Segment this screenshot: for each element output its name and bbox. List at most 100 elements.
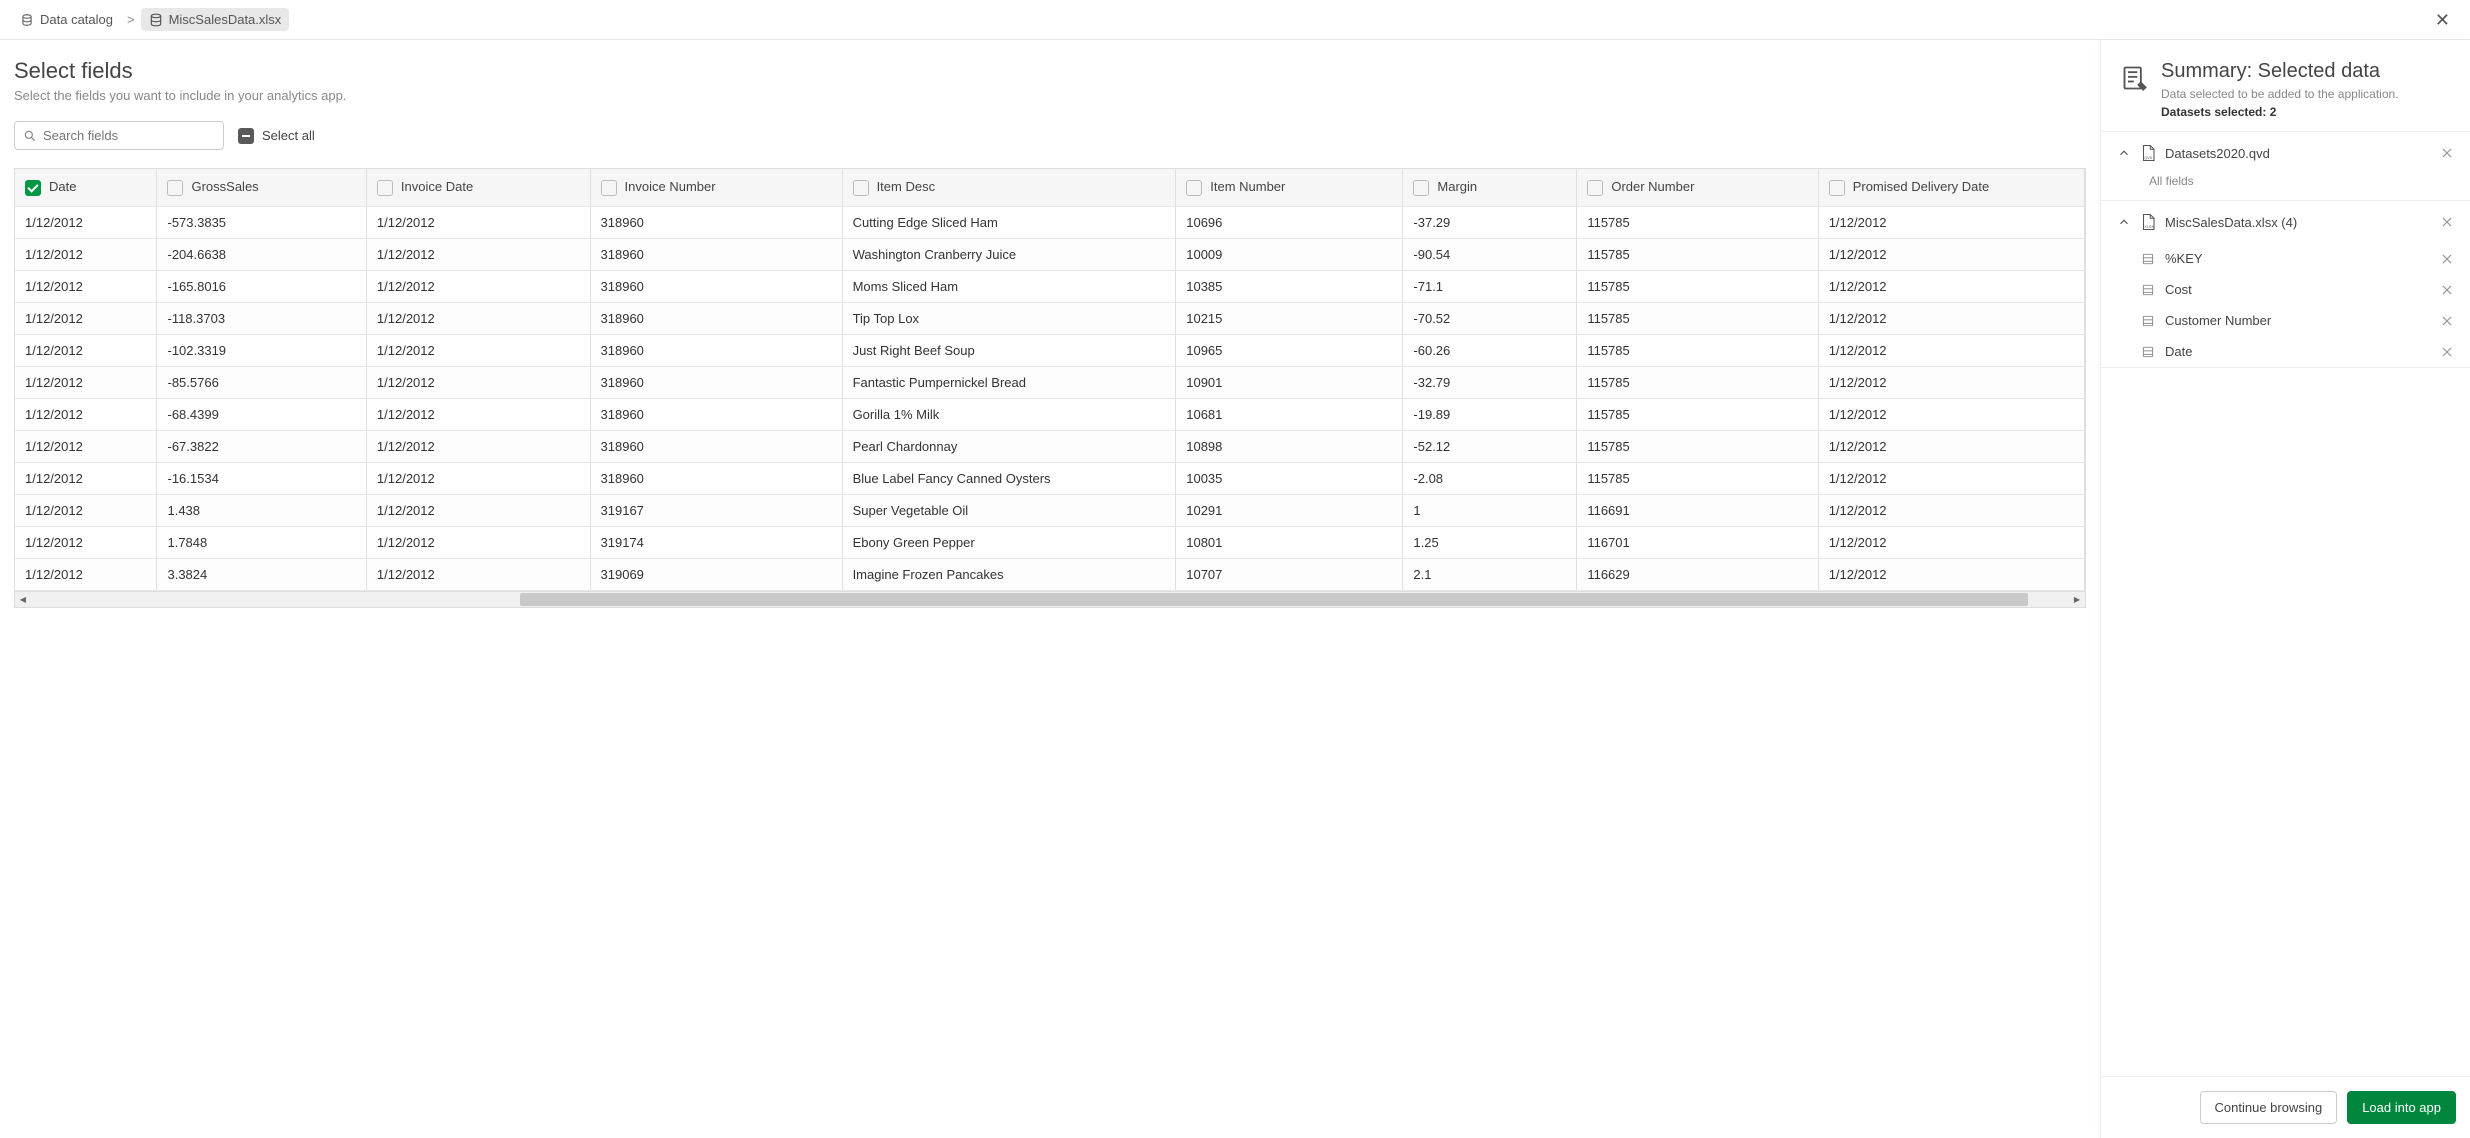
column-header[interactable]: Item Desc (842, 169, 1176, 206)
table-cell: -573.3835 (157, 206, 366, 238)
table-cell: 1/12/2012 (366, 430, 590, 462)
column-header[interactable]: Promised Delivery Date (1818, 169, 2084, 206)
summary-subtitle: Data selected to be added to the applica… (2161, 87, 2399, 101)
table-cell: 1/12/2012 (366, 334, 590, 366)
table-cell: 115785 (1577, 238, 1818, 270)
column-checkbox[interactable] (1587, 180, 1603, 196)
select-all-checkbox-indeterminate[interactable] (238, 128, 254, 144)
column-checkbox[interactable] (601, 180, 617, 196)
column-header-label: Promised Delivery Date (1853, 179, 1990, 194)
table-cell: 10801 (1176, 526, 1403, 558)
table-cell: Imagine Frozen Pancakes (842, 558, 1176, 590)
remove-icon[interactable] (2440, 283, 2454, 297)
table-cell: 1/12/2012 (15, 430, 157, 462)
dataset-header[interactable]: XLSX MiscSalesData.xlsx (4) (2101, 201, 2470, 243)
table-cell: 1/12/2012 (1818, 206, 2084, 238)
table-cell: 319174 (590, 526, 842, 558)
table-cell: 1/12/2012 (15, 494, 157, 526)
search-input[interactable] (43, 128, 215, 143)
remove-icon[interactable] (2440, 215, 2454, 229)
column-header[interactable]: Invoice Number (590, 169, 842, 206)
table-cell: 1/12/2012 (366, 366, 590, 398)
table-cell: Gorilla 1% Milk (842, 398, 1176, 430)
breadcrumb-root[interactable]: Data catalog (12, 8, 121, 31)
chevron-up-icon[interactable] (2117, 215, 2131, 229)
table-cell: -37.29 (1403, 206, 1577, 238)
table-cell: 3.3824 (157, 558, 366, 590)
table-cell: 10291 (1176, 494, 1403, 526)
table-row: 1/12/2012-165.80161/12/2012318960Moms Sl… (15, 270, 2085, 302)
field-icon (2141, 283, 2155, 297)
scroll-right-arrow[interactable]: ▶ (2069, 592, 2085, 607)
table-cell: 10035 (1176, 462, 1403, 494)
table-cell: -32.79 (1403, 366, 1577, 398)
file-qvd-icon: QVD (2139, 144, 2157, 162)
table-cell: 1/12/2012 (366, 558, 590, 590)
field-icon (2141, 252, 2155, 266)
column-checkbox[interactable] (377, 180, 393, 196)
table-cell: 115785 (1577, 302, 1818, 334)
continue-browsing-button[interactable]: Continue browsing (2200, 1091, 2338, 1124)
table-row: 1/12/2012-67.38221/12/2012318960Pearl Ch… (15, 430, 2085, 462)
column-checkbox[interactable] (1413, 180, 1429, 196)
table-cell: 1/12/2012 (15, 238, 157, 270)
table-cell: 115785 (1577, 462, 1818, 494)
table-cell: 1/12/2012 (15, 270, 157, 302)
svg-text:XLSX: XLSX (2144, 225, 2154, 229)
scroll-left-arrow[interactable]: ◀ (15, 592, 31, 607)
remove-icon[interactable] (2440, 146, 2454, 160)
column-checkbox[interactable] (1186, 180, 1202, 196)
summary-count: Datasets selected: 2 (2161, 105, 2399, 119)
table-cell: -85.5766 (157, 366, 366, 398)
search-input-wrap[interactable] (14, 121, 224, 150)
column-header[interactable]: Date (15, 169, 157, 206)
column-checkbox[interactable] (853, 180, 869, 196)
column-checkbox[interactable] (1829, 180, 1845, 196)
table-row: 1/12/2012-204.66381/12/2012318960Washing… (15, 238, 2085, 270)
column-checkbox[interactable] (167, 180, 183, 196)
load-into-app-button[interactable]: Load into app (2347, 1091, 2456, 1124)
breadcrumb-current[interactable]: MiscSalesData.xlsx (141, 8, 290, 31)
table-cell: 318960 (590, 366, 842, 398)
table-cell: 1/12/2012 (366, 526, 590, 558)
column-header[interactable]: Invoice Date (366, 169, 590, 206)
column-header-label: Invoice Number (625, 179, 716, 194)
table-cell: 10901 (1176, 366, 1403, 398)
table-cell: -68.4399 (157, 398, 366, 430)
column-checkbox[interactable] (25, 180, 41, 196)
chevron-up-icon[interactable] (2117, 146, 2131, 160)
column-header[interactable]: Item Number (1176, 169, 1403, 206)
table-cell: -19.89 (1403, 398, 1577, 430)
table-cell: 1/12/2012 (1818, 398, 2084, 430)
close-icon[interactable]: ✕ (2429, 8, 2456, 33)
dataset-header[interactable]: QVDDatasets2020.qvd (2101, 132, 2470, 174)
table-cell: 1/12/2012 (15, 302, 157, 334)
column-header[interactable]: Order Number (1577, 169, 1818, 206)
table-cell: 10215 (1176, 302, 1403, 334)
table-cell: 318960 (590, 302, 842, 334)
remove-icon[interactable] (2440, 314, 2454, 328)
table-cell: 1/12/2012 (366, 494, 590, 526)
table-cell: 1/12/2012 (1818, 558, 2084, 590)
table-cell: 1/12/2012 (1818, 494, 2084, 526)
table-cell: 10681 (1176, 398, 1403, 430)
field-name: Customer Number (2165, 313, 2430, 328)
select-all-toggle[interactable]: Select all (238, 128, 315, 144)
horizontal-scrollbar[interactable]: ◀ ▶ (15, 591, 2085, 607)
dataset-name: MiscSalesData.xlsx (4) (2165, 215, 2432, 230)
remove-icon[interactable] (2440, 252, 2454, 266)
column-header[interactable]: Margin (1403, 169, 1577, 206)
table-cell: 1/12/2012 (1818, 526, 2084, 558)
table-cell: 1/12/2012 (366, 398, 590, 430)
table-cell: 116629 (1577, 558, 1818, 590)
table-cell: 318960 (590, 206, 842, 238)
table-cell: Moms Sliced Ham (842, 270, 1176, 302)
table-cell: 115785 (1577, 334, 1818, 366)
column-header[interactable]: GrossSales (157, 169, 366, 206)
table-cell: -2.08 (1403, 462, 1577, 494)
scroll-thumb[interactable] (520, 593, 2028, 606)
remove-icon[interactable] (2440, 345, 2454, 359)
column-header-label: Order Number (1611, 179, 1694, 194)
table-row: 1/12/2012-102.33191/12/2012318960Just Ri… (15, 334, 2085, 366)
table-cell: 1/12/2012 (1818, 462, 2084, 494)
